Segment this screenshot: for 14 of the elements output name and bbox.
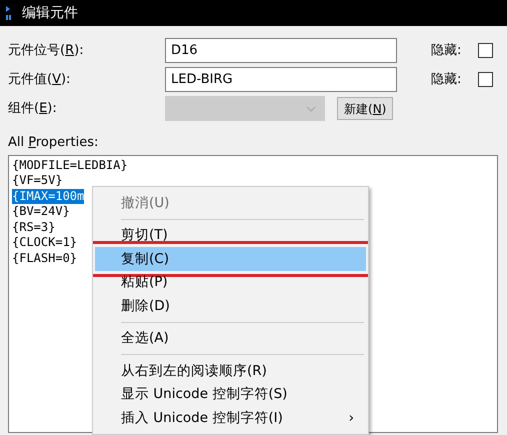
field-label: 元件位号(R): [8,42,85,60]
property-line: {VF=5V} [12,173,63,188]
property-line: {BV=24V} [12,204,70,220]
property-line: {CLOCK=1} [12,235,78,250]
property-line: {FLASH=0} [12,250,78,266]
window-title: 编辑元件 [22,4,78,22]
field-label: 组件(E): [8,100,58,118]
submenu-arrow: › [348,408,354,428]
property-line: {MODFILE=LEDBIA} [12,158,128,173]
property-line: {RS=3} [12,220,56,235]
hide-label: 隐藏: [431,70,462,89]
hide-label: 隐藏: [431,42,462,60]
properties-label: All Properties: [8,134,100,152]
field-label: 元件值(V): [8,70,72,89]
